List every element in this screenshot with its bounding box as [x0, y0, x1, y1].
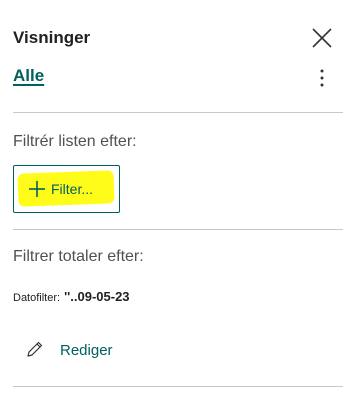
divider	[13, 229, 343, 230]
add-filter-label: Filter...	[51, 181, 94, 197]
close-button[interactable]	[310, 26, 334, 50]
pane-title: Visninger	[13, 28, 91, 47]
more-options-button[interactable]	[312, 66, 332, 90]
date-filter-value: ''..09-05-23	[64, 289, 130, 304]
view-link-all[interactable]: Alle	[13, 66, 44, 86]
date-filter-row: Datofilter: ''..09-05-23	[13, 288, 130, 306]
close-icon	[312, 28, 332, 48]
list-filter-heading: Filtrér listen efter:	[13, 133, 137, 150]
totals-filter-heading: Filtrer totaler efter:	[13, 248, 144, 265]
more-vertical-icon	[320, 69, 324, 87]
pencil-icon	[27, 341, 43, 357]
plus-icon	[29, 181, 45, 197]
divider	[13, 386, 343, 387]
views-pane: Visninger Alle Filtrér listen efter: Fil…	[0, 0, 353, 412]
edit-label: Rediger	[60, 342, 113, 359]
date-filter-label: Datofilter:	[13, 292, 61, 304]
add-filter-button[interactable]: Filter...	[13, 165, 120, 213]
divider	[13, 112, 343, 113]
